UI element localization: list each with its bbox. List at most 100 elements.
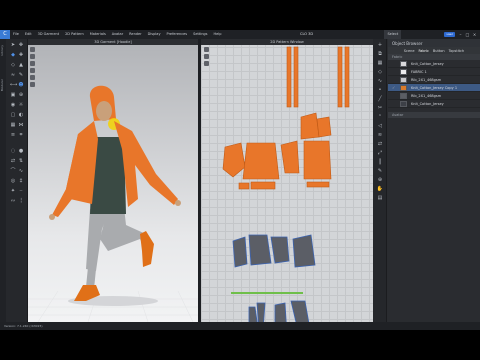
show-icon[interactable]: ●	[18, 149, 24, 154]
pattern-sleeve-left	[222, 142, 246, 178]
trim-icon[interactable]: ✂	[376, 106, 384, 111]
fabric-name: Rib_2X1_468gsm	[411, 77, 442, 82]
fabric-swatch	[400, 92, 407, 99]
menu-preferences[interactable]: Preferences	[164, 30, 191, 39]
tab-topstitch[interactable]: Topstitch	[447, 49, 467, 53]
tack-icon[interactable]: ◇	[10, 63, 16, 68]
ruler-icon[interactable]: ┃	[376, 160, 384, 165]
zoom-2d-icon[interactable]: ⊕	[376, 178, 384, 183]
topstitch-icon[interactable]: ┄	[18, 189, 24, 194]
move-icon[interactable]: ✥	[18, 43, 24, 48]
fabric-swatch	[400, 68, 407, 75]
minimize-button[interactable]: –	[457, 30, 464, 39]
duplicate-icon[interactable]: ⧉	[376, 52, 384, 57]
flip-icon[interactable]: ⇅	[18, 159, 24, 164]
2d-pattern-viewport[interactable]: 2D Pattern Window	[201, 39, 373, 322]
mesh-icon[interactable]: ⋈	[18, 123, 24, 128]
seam-icon[interactable]: ╎	[18, 199, 24, 204]
internal-line-icon[interactable]: ╱	[376, 97, 384, 102]
maximize-button[interactable]: □	[464, 30, 471, 39]
tab-fabric[interactable]: Fabric	[416, 49, 430, 53]
mode-select-dropdown[interactable]: Select	[384, 30, 402, 39]
capture-icon[interactable]: ▢	[10, 113, 16, 118]
sew-icon[interactable]: ∿	[376, 79, 384, 84]
fabric-list-item[interactable]: Knit_Cotton_Jersey	[388, 100, 480, 108]
pattern-shirt-sleeve-left	[232, 236, 248, 268]
edit-texture-icon[interactable]: ▦	[376, 61, 384, 66]
add-icon[interactable]: +	[376, 43, 384, 48]
steam-icon[interactable]: ≈	[10, 73, 16, 78]
symmetry-icon[interactable]: ⇄	[10, 159, 16, 164]
fabric-list-item[interactable]: Knit_Cotton_Jersey	[388, 60, 480, 68]
point-icon[interactable]: •	[376, 88, 384, 93]
object-browser: Object Browser Scene Fabric Button Topst…	[388, 39, 480, 322]
button-icon[interactable]: ◎	[10, 179, 16, 184]
menu-help[interactable]: Help	[210, 30, 224, 39]
fabric-list-item[interactable]: Rib_2X1_468gsm	[388, 76, 480, 84]
status-bar: Version: 7.1.240 (r43015)	[0, 322, 480, 330]
user-account-button[interactable]: user	[444, 32, 455, 37]
pattern-drawcord-2	[293, 46, 299, 108]
menu-file[interactable]: File	[10, 30, 22, 39]
fold-icon[interactable]: ◆	[10, 53, 16, 58]
menu-materials[interactable]: Materials	[87, 30, 109, 39]
tab-scene[interactable]: Scene	[402, 49, 417, 53]
annotation-icon[interactable]: ✎	[376, 169, 384, 174]
grading-icon[interactable]: ⤢	[376, 151, 384, 156]
tab-button[interactable]: Button	[431, 49, 447, 53]
fabric-list-item[interactable]: ✓ Knit_Cotton_Jersey Copy 1	[388, 84, 480, 92]
close-button[interactable]: ×	[471, 30, 478, 39]
camera-icon[interactable]: ◉	[10, 103, 16, 108]
menu-render[interactable]: Render	[126, 30, 144, 39]
fabric-list: Knit_Cotton_Jersey FABRIC 1 Rib_2X1_468gsm…	[388, 60, 480, 108]
window-title: CLO 3D	[300, 32, 314, 36]
light-icon[interactable]: ☼	[18, 103, 24, 108]
dart-icon[interactable]: ◁	[376, 124, 384, 129]
wireframe-icon[interactable]: ⌗	[18, 133, 24, 138]
menu-avatar[interactable]: Avatar	[109, 30, 126, 39]
hide-icon[interactable]: ◌	[10, 149, 16, 154]
pattern-sleeve-right	[280, 140, 300, 174]
right-toolbar: + ⧉ ▦ ◇ ∿ • ╱ ✂ ⌃ ◁ ≋ ⇄ ⤢ ┃ ✎ ⊕ ✋ ▤	[373, 39, 387, 322]
brush-icon[interactable]: ✎	[18, 73, 24, 78]
select-icon[interactable]: ➤	[10, 43, 16, 48]
fabric-list-item[interactable]: FABRIC 1	[388, 68, 480, 76]
zipper-icon[interactable]: ‡	[18, 179, 24, 184]
pattern-pants-front-right	[256, 302, 266, 322]
layout-icon[interactable]: ▤	[376, 196, 384, 201]
trace-icon[interactable]: ⌒	[10, 169, 16, 174]
pattern-tool-icon[interactable]: ◇	[376, 70, 384, 75]
visibility-check-icon[interactable]: ✓	[392, 85, 396, 90]
texture-icon[interactable]: ▦	[10, 123, 16, 128]
curve-icon[interactable]: ∿	[18, 169, 24, 174]
shading-icon[interactable]: ◐	[18, 113, 24, 118]
menu-3d-garment[interactable]: 3D Garment	[35, 30, 62, 39]
library-tab[interactable]: Library	[0, 45, 6, 56]
menu-settings[interactable]: Settings	[190, 30, 210, 39]
pin-icon[interactable]: ✚	[18, 53, 24, 58]
pattern-drawcord-3	[337, 46, 343, 108]
menu-edit[interactable]: Edit	[22, 30, 35, 39]
fabric-list-item[interactable]: Rib_2X1_468gsm	[388, 92, 480, 100]
pleat-icon[interactable]: ≋	[376, 133, 384, 138]
graphic-icon[interactable]: ✦	[10, 189, 16, 194]
symmetry-pattern-icon[interactable]: ⇄	[376, 142, 384, 147]
avatar-section-header[interactable]: Avatar	[388, 112, 480, 118]
arrange-icon[interactable]: ▣	[10, 93, 16, 98]
object-browser-header: Object Browser	[388, 39, 480, 47]
menu-display[interactable]: Display	[145, 30, 164, 39]
3d-garment-viewport[interactable]: 3D Garment [Hoodie]	[28, 39, 198, 322]
modular-tab[interactable]: Modular	[0, 79, 6, 91]
hand-icon[interactable]: ✋	[376, 187, 384, 192]
notch-icon[interactable]: ⌃	[376, 115, 384, 120]
avatar-icon[interactable]: ☻	[18, 83, 24, 88]
zoom-icon[interactable]: ⊕	[18, 93, 24, 98]
fold-arrange-icon[interactable]: ▲	[18, 63, 24, 68]
measure-icon[interactable]: ⟷	[10, 83, 17, 88]
pattern-back-body	[303, 140, 332, 180]
object-browser-title: Object Browser	[392, 40, 423, 46]
puckering-icon[interactable]: ∾	[10, 199, 16, 204]
layer-icon[interactable]: ≡	[10, 133, 16, 138]
pattern-hood-left	[300, 112, 320, 140]
menu-2d-pattern[interactable]: 2D Pattern	[62, 30, 87, 39]
